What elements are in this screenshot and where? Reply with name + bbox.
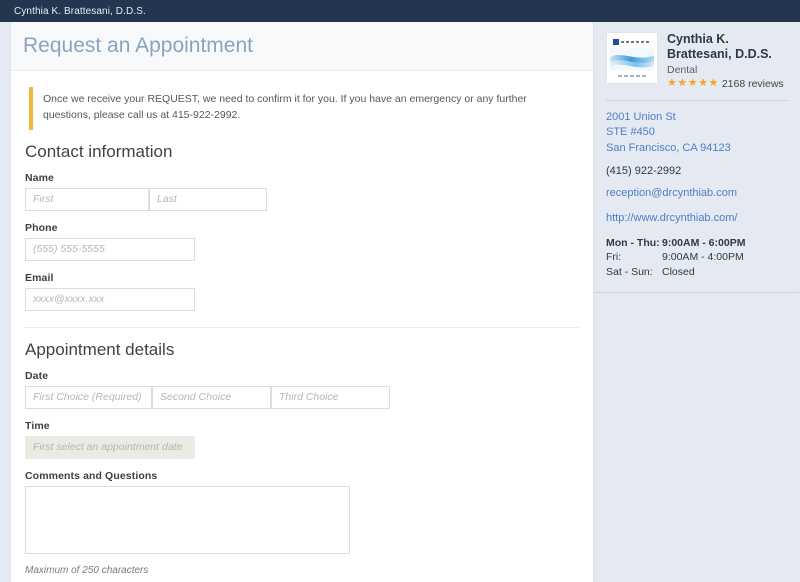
comments-field-group: Comments and Questions [25,470,579,554]
hours-row: Sat - Sun: Closed [606,265,789,280]
address-line-3[interactable]: San Francisco, CA 94123 [606,141,789,157]
time-field-group: Time First select an appointment date [25,420,579,459]
wave-graphic-icon [610,48,654,70]
star-rating-icon: ★★★★★ [667,77,719,89]
date-inputs-row [25,385,579,409]
sidebar-divider [606,99,789,101]
contact-section-heading: Contact information [25,141,173,161]
business-logo-thumbnail [606,32,658,84]
hours-days: Fri: [606,251,622,264]
date-first-choice-input[interactable] [25,385,152,409]
business-phone: (415) 922-2992 [606,165,682,178]
business-website-link[interactable]: http://www.drcynthiab.com/ [606,211,789,227]
email-input[interactable] [25,287,195,311]
date-second-choice-input[interactable] [152,385,271,409]
business-card: Cynthia K. Brattesani, D.D.S. Dental ★★★… [594,22,799,294]
address-line-2[interactable]: STE #450 [606,125,789,141]
comments-textarea[interactable] [25,485,350,554]
business-name: Cynthia K. Brattesani, D.D.S. [667,32,772,62]
phone-input[interactable] [25,237,195,261]
time-label: Time [25,419,50,432]
first-name-input[interactable] [25,187,149,211]
business-address[interactable]: 2001 Union St STE #450 San Francisco, CA… [606,110,789,157]
address-line-1[interactable]: 2001 Union St [606,110,789,126]
time-select-disabled: First select an appointment date [25,435,195,459]
hours-days: Sat - Sun: [606,266,653,279]
navbar-brand[interactable]: Cynthia K. Brattesani, D.D.S. [14,6,146,17]
phone-field-group: Phone [25,222,579,261]
date-third-choice-input[interactable] [271,385,390,409]
hours-row: Mon - Thu: 9:00AM - 6:00PM [606,236,789,251]
phone-label: Phone [25,221,58,234]
date-field-group: Date [25,370,579,409]
business-meta: Cynthia K. Brattesani, D.D.S. Dental ★★★… [667,32,789,90]
comments-helper-text: Maximum of 250 characters [25,564,149,576]
name-label: Name [25,171,54,184]
email-label: Email [25,271,54,284]
main-content-column: Request an Appointment Once we receive y… [10,22,594,582]
rating-row: ★★★★★ 2168 reviews [667,78,789,90]
last-name-input[interactable] [149,187,267,211]
appointment-section-heading: Appointment details [25,339,175,359]
hours-time: 9:00AM - 4:00PM [662,251,744,264]
form-content: Once we receive your REQUEST, we need to… [11,71,593,582]
left-gutter [0,22,10,582]
date-label: Date [25,369,49,382]
hours-time: Closed [662,266,695,279]
business-category: Dental [667,63,698,76]
hours-row: Fri: 9:00AM - 4:00PM [606,250,789,265]
review-count[interactable]: 2168 reviews [722,78,784,90]
business-header: Cynthia K. Brattesani, D.D.S. Dental ★★★… [606,32,789,90]
section-divider [25,326,579,328]
comments-label: Comments and Questions [25,469,158,482]
time-placeholder-text: First select an appointment date [33,441,183,454]
name-inputs-row [25,187,579,211]
name-field-group: Name [25,172,579,211]
top-navbar: Cynthia K. Brattesani, D.D.S. [0,0,800,22]
hours-days: Mon - Thu: [606,236,660,249]
hours-time: 9:00AM - 6:00PM [662,236,746,249]
email-field-group: Email [25,272,579,311]
page-body: Request an Appointment Once we receive y… [0,22,800,582]
notice-banner: Once we receive your REQUEST, we need to… [29,87,579,130]
business-email-link[interactable]: reception@drcynthiab.com [606,186,789,202]
business-sidebar: Cynthia K. Brattesani, D.D.S. Dental ★★★… [594,22,799,294]
page-title: Request an Appointment [23,34,253,57]
business-hours: Mon - Thu: 9:00AM - 6:00PM Fri: 9:00AM -… [606,236,789,281]
page-title-band: Request an Appointment [11,22,593,72]
